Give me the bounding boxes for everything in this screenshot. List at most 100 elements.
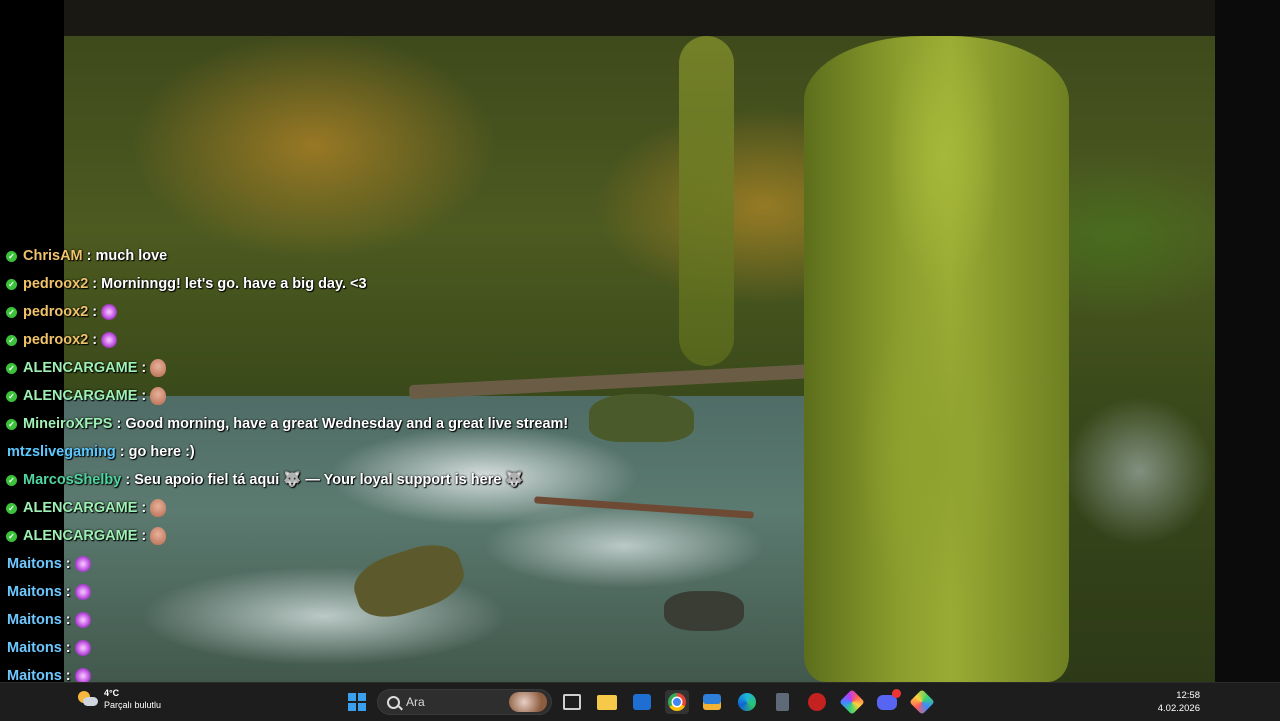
search-placeholder: Ara [406,695,425,709]
gem-app-button[interactable] [839,689,865,715]
weather-text: 4°C Parçalı bulutlu [104,687,161,711]
chat-overlay: ✓ ChrisAM : much love ✓ pedroox2 : Morninng… [0,242,640,690]
start-button[interactable] [345,690,369,714]
chat-username[interactable]: pedroox2 [23,332,88,348]
outlook-button[interactable] [630,690,654,714]
face-emote-icon [150,359,167,378]
chat-text: : [137,500,147,516]
taskbar: 4°C Parçalı bulutlu Ara 12:58 4.02.2026 [0,682,1280,721]
search-icon [387,696,400,709]
task-view-icon [563,694,581,710]
chat-username[interactable]: pedroox2 [23,276,88,292]
notification-dot [892,688,901,698]
chat-username[interactable]: pedroox2 [23,304,88,320]
task-view-button[interactable] [560,690,584,714]
chat-username[interactable]: MarcosShelby [23,472,121,488]
right-black-bar [1215,0,1280,682]
chat-username[interactable]: Maitons [7,640,62,656]
face-emote-icon [150,527,167,546]
face-emote-icon [150,499,167,518]
chat-text: : [61,556,71,572]
file-explorer-button[interactable] [595,690,619,714]
store-icon [703,694,721,710]
chat-message: Maitons : [0,578,640,606]
chat-username[interactable]: ALENCARGAME [23,360,137,376]
discord-icon [877,688,901,710]
chat-message: ✓ ALENCARGAME : [0,354,640,382]
chat-username[interactable]: mtzslivegaming [7,444,116,460]
verified-badge-icon: ✓ [6,251,17,262]
stream-rock [664,591,744,631]
chat-message: Maitons : [0,634,640,662]
red-app-button[interactable] [805,690,829,714]
edge-button[interactable] [735,690,759,714]
edge-icon [738,693,756,711]
chat-text: : [137,388,147,404]
gem-app-2-button[interactable] [909,689,935,715]
taskbar-search-box[interactable]: Ara [377,689,552,715]
flower-emote-icon [101,303,118,322]
discord-button[interactable] [875,688,901,714]
store-button[interactable] [700,690,724,714]
chat-message: ✓ ChrisAM : much love [0,242,640,270]
video-top-bar [64,0,1215,36]
chat-username[interactable]: Maitons [7,612,62,628]
chat-text: : Good morning, have a great Wednesday a… [112,416,569,432]
chat-message: ✓ ALENCARGAME : [0,382,640,410]
hanging-moss [679,36,734,366]
gem-app-2-icon [909,689,935,715]
chrome-button[interactable] [665,690,689,714]
verified-badge-icon: ✓ [6,363,17,374]
verified-badge-icon: ✓ [6,391,17,402]
calculator-button[interactable] [770,690,794,714]
chat-message: mtzslivegaming : go here :) [0,438,640,466]
weather-temperature: 4°C [104,688,120,698]
chat-username[interactable]: ALENCARGAME [23,500,137,516]
calculator-icon [775,693,789,711]
chat-text: : [88,304,98,320]
chat-message: ✓ ALENCARGAME : [0,522,640,550]
chat-message: ✓ pedroox2 : [0,298,640,326]
flower-emote-icon [74,611,91,630]
fern-foliage [1064,396,1214,546]
chat-username[interactable]: ALENCARGAME [23,388,137,404]
file-explorer-icon [597,694,617,710]
verified-badge-icon: ✓ [6,503,17,514]
clock-time: 12:58 [1176,690,1200,701]
verified-badge-icon: ✓ [6,419,17,430]
chat-message: ✓ MarcosShelby : Seu apoio fiel tá aqui 🐺… [0,466,640,494]
chat-text: : Morninngg! let's go. have a big day. <… [88,276,367,292]
flower-emote-icon [101,331,118,350]
verified-badge-icon: ✓ [6,335,17,346]
weather-widget[interactable]: 4°C Parçalı bulutlu [78,687,161,711]
system-clock[interactable]: 12:58 4.02.2026 [1158,689,1200,715]
chat-username[interactable]: ALENCARGAME [23,528,137,544]
mossy-tree-trunk [804,36,1069,682]
face-emote-icon [150,387,167,406]
flower-emote-icon [74,555,91,574]
search-highlight-image [509,692,547,712]
chat-text: : Seu apoio fiel tá aqui 🐺 — Your loyal … [121,472,524,488]
red-app-icon [808,693,826,711]
windows-logo-icon [348,693,366,711]
outlook-icon [633,694,651,710]
verified-badge-icon: ✓ [6,531,17,542]
chat-message: ✓ ALENCARGAME : [0,494,640,522]
chrome-icon [668,693,686,711]
chat-text: : [88,332,98,348]
chat-username[interactable]: ChrisAM [23,248,83,264]
chat-text: : [61,584,71,600]
chat-username[interactable]: Maitons [7,584,62,600]
verified-badge-icon: ✓ [6,279,17,290]
chat-text: : [137,360,147,376]
chat-text: : much love [82,248,168,264]
chat-message: ✓ pedroox2 : [0,326,640,354]
flower-emote-icon [74,583,91,602]
partly-cloudy-icon [78,691,98,707]
verified-badge-icon: ✓ [6,475,17,486]
chat-username[interactable]: Maitons [7,556,62,572]
chat-message: ✓ MineiroXFPS : Good morning, have a grea… [0,410,640,438]
chat-username[interactable]: MineiroXFPS [23,416,112,432]
chat-message: ✓ pedroox2 : Morninngg! let's go. have a … [0,270,640,298]
verified-badge-icon: ✓ [6,307,17,318]
